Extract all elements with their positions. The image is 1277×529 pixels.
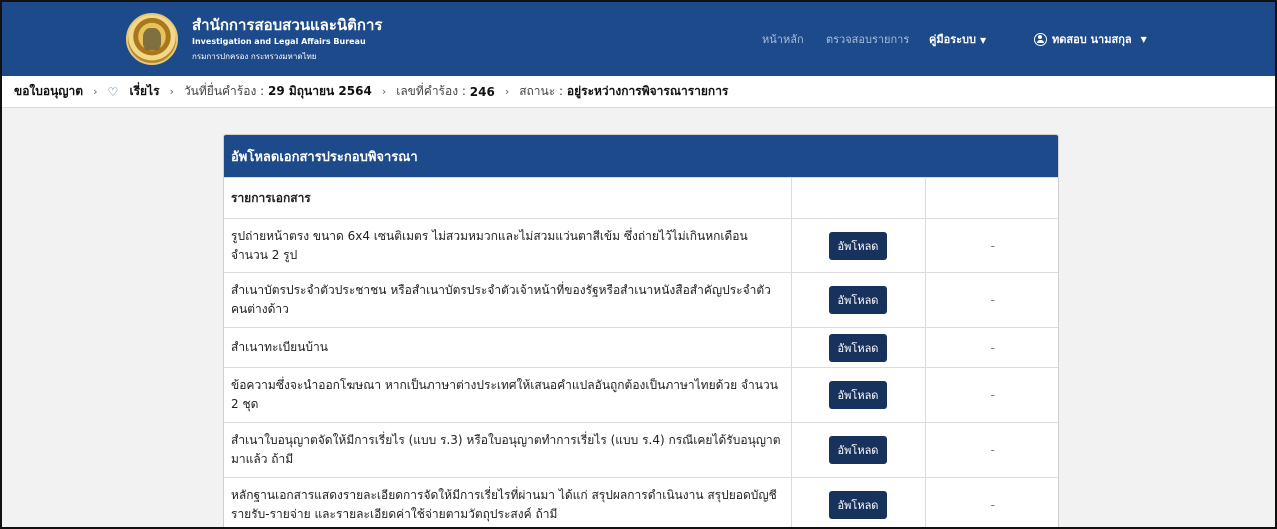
upload-documents-card: อัพโหลดเอกสารประกอบพิจารณา รายการเอกสาร … xyxy=(223,134,1059,529)
breadcrumb-fundraising-label: เรี่ยไร xyxy=(129,84,160,98)
breadcrumb-fundraising[interactable]: ♡ เรี่ยไร xyxy=(107,82,159,101)
upload-status: - xyxy=(925,218,1058,273)
document-name: สำเนาใบอนุญาตจัดให้มีการเรี่ยไร (แบบ ร.3… xyxy=(224,422,792,478)
table-row: สำเนาบัตรประจำตัวประชาชน หรือสำเนาบัตรปร… xyxy=(224,272,1058,328)
table-row: ข้อความซึ่งจะนำออกโฆษณา หากเป็นภาษาต่างป… xyxy=(224,367,1058,423)
submit-date-label: วันที่ยื่นคำร้อง : xyxy=(183,84,265,98)
card-title: อัพโหลดเอกสารประกอบพิจารณา xyxy=(224,135,1058,177)
request-number-value: 246 xyxy=(469,84,495,99)
nav-home-link[interactable]: หน้าหลัก xyxy=(762,30,804,48)
upload-cell: อัพโหลด xyxy=(791,218,926,273)
column-header-status xyxy=(925,177,1058,219)
nav-manual-dropdown[interactable]: คู่มือระบบ ▼ xyxy=(929,30,986,48)
user-menu-dropdown[interactable]: ทดสอบ นามสกุล ▼ xyxy=(1034,30,1147,48)
column-header-documents: รายการเอกสาร xyxy=(224,177,792,219)
nav-check-list-link[interactable]: ตรวจสอบรายการ xyxy=(826,30,909,48)
table-row: หลักฐานเอกสารแสดงรายละเอียดการจัดให้มีกา… xyxy=(224,477,1058,529)
upload-status: - xyxy=(925,272,1058,328)
upload-status: - xyxy=(925,422,1058,478)
donation-hand-icon: ♡ xyxy=(107,84,119,99)
upload-cell: อัพโหลด xyxy=(791,422,926,478)
breadcrumb: ขอใบอนุญาต › ♡ เรี่ยไร › วันที่ยื่นคำร้อ… xyxy=(0,76,1277,108)
submit-date-value: 29 มิถุนายน 2564 xyxy=(268,84,372,98)
table-header-row: รายการเอกสาร xyxy=(224,177,1058,219)
upload-button[interactable]: อัพโหลด xyxy=(828,491,888,520)
column-header-action xyxy=(791,177,926,219)
table-row: สำเนาทะเบียนบ้าน อัพโหลด - xyxy=(224,327,1058,368)
upload-cell: อัพโหลด xyxy=(791,367,926,423)
upload-cell: อัพโหลด xyxy=(791,477,926,529)
brand-subtitle-th: กรมการปกครอง กระทรวงมหาดไทย xyxy=(192,52,317,61)
table-row: รูปถ่ายหน้าตรง ขนาด 6x4 เซนติเมตร ไม่สวม… xyxy=(224,218,1058,273)
document-name: ข้อความซึ่งจะนำออกโฆษณา หากเป็นภาษาต่างป… xyxy=(224,367,792,423)
department-seal-logo[interactable] xyxy=(126,13,178,65)
upload-button[interactable]: อัพโหลด xyxy=(828,231,888,260)
nav-manual-label: คู่มือระบบ xyxy=(929,33,976,46)
caret-down-icon: ▼ xyxy=(1140,34,1147,44)
request-number-label: เลขที่คำร้อง : xyxy=(396,84,466,98)
status-label: สถานะ : xyxy=(519,84,564,98)
user-circle-icon xyxy=(1034,32,1047,46)
upload-cell: อัพโหลด xyxy=(791,272,926,328)
chevron-right-icon: › xyxy=(169,85,174,98)
chevron-right-icon: › xyxy=(93,85,98,98)
user-name: ทดสอบ นามสกุล xyxy=(1052,33,1132,46)
breadcrumb-request-license[interactable]: ขอใบอนุญาต xyxy=(14,82,83,101)
document-name: สำเนาบัตรประจำตัวประชาชน หรือสำเนาบัตรปร… xyxy=(224,272,792,328)
upload-button[interactable]: อัพโหลด xyxy=(828,286,888,314)
upload-button[interactable]: อัพโหลด xyxy=(828,333,888,362)
document-name: รูปถ่ายหน้าตรง ขนาด 6x4 เซนติเมตร ไม่สวม… xyxy=(224,218,792,273)
chevron-right-icon: › xyxy=(504,85,510,98)
document-name: สำเนาทะเบียนบ้าน xyxy=(224,327,792,368)
upload-cell: อัพโหลด xyxy=(791,327,926,368)
upload-status: - xyxy=(925,367,1058,423)
upload-status: - xyxy=(925,327,1058,368)
upload-button[interactable]: อัพโหลด xyxy=(828,381,888,409)
caret-down-icon: ▼ xyxy=(980,36,987,45)
upload-button[interactable]: อัพโหลด xyxy=(828,436,888,464)
brand-title: สำนักการสอบสวนและนิติการ xyxy=(192,16,383,34)
chevron-right-icon: › xyxy=(381,85,387,98)
top-navbar: สำนักการสอบสวนและนิติการ Investigation a… xyxy=(0,0,1277,76)
seal-emblem-icon xyxy=(143,28,161,50)
brand-subtitle-en: Investigation and Legal Affairs Bureau xyxy=(192,37,366,46)
table-row: สำเนาใบอนุญาตจัดให้มีการเรี่ยไร (แบบ ร.3… xyxy=(224,422,1058,478)
documents-table: รายการเอกสาร รูปถ่ายหน้าตรง ขนาด 6x4 เซน… xyxy=(224,177,1058,529)
document-name: หลักฐานเอกสารแสดงรายละเอียดการจัดให้มีกา… xyxy=(224,477,792,529)
status-value: อยู่ระหว่างการพิจารณารายการ xyxy=(566,84,729,98)
upload-status: - xyxy=(925,477,1058,529)
